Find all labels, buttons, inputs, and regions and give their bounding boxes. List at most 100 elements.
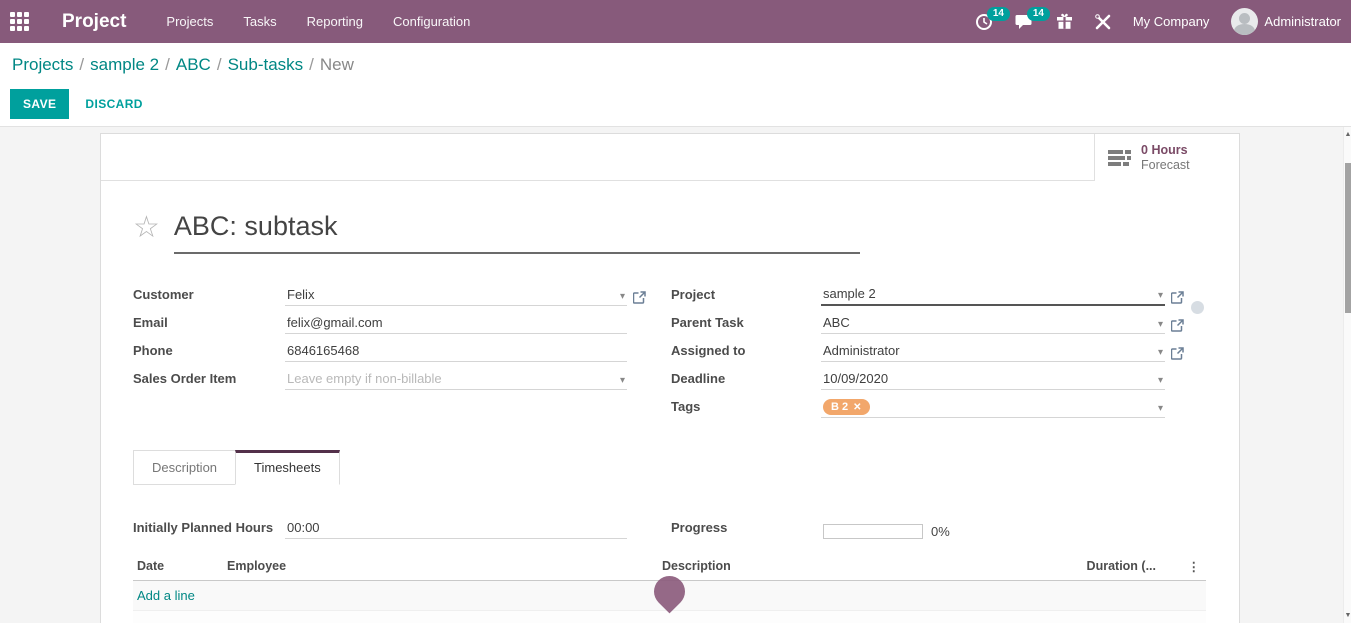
- email-value: felix@gmail.com: [287, 315, 383, 330]
- field-label: Tags: [671, 399, 821, 418]
- forecast-value: 0: [1141, 143, 1148, 157]
- col-header-description[interactable]: Description: [658, 559, 1046, 574]
- gift-icon: [1056, 13, 1073, 30]
- planned-hours-input[interactable]: 00:00: [285, 520, 627, 539]
- tag-b2[interactable]: B 2 ✕: [823, 399, 870, 415]
- scrollbar-thumb[interactable]: [1345, 163, 1351, 313]
- tab-description[interactable]: Description: [133, 450, 236, 485]
- field-email: Email felix@gmail.com: [133, 306, 649, 334]
- assigned-to-external-link-icon[interactable]: [1171, 347, 1187, 360]
- menu-reporting[interactable]: Reporting: [307, 14, 363, 29]
- page-scrollbar[interactable]: ▲ ▼: [1343, 127, 1351, 623]
- favorite-star-icon[interactable]: ☆: [133, 211, 160, 245]
- col-header-date[interactable]: Date: [133, 559, 223, 574]
- breadcrumb-separator: /: [73, 55, 90, 74]
- user-name: Administrator: [1264, 14, 1341, 29]
- user-avatar: [1231, 8, 1258, 35]
- field-phone: Phone 6846165468: [133, 334, 649, 362]
- project-value: sample 2: [823, 286, 876, 301]
- email-input[interactable]: felix@gmail.com: [285, 315, 627, 334]
- phone-value: 6846165468: [287, 343, 359, 358]
- breadcrumb-sample2[interactable]: sample 2: [90, 55, 159, 74]
- notebook-tabs: Description Timesheets: [133, 450, 1204, 485]
- breadcrumb-separator: /: [211, 55, 228, 74]
- user-menu[interactable]: Administrator: [1231, 8, 1341, 35]
- field-deadline: Deadline 10/09/2020 ▾: [671, 362, 1187, 390]
- field-label: Assigned to: [671, 343, 821, 362]
- optional-columns-icon[interactable]: ⋮: [1164, 559, 1206, 574]
- task-title: ABC: subtask: [174, 211, 338, 241]
- rewards-button[interactable]: [1056, 13, 1073, 30]
- breadcrumb-projects[interactable]: Projects: [12, 55, 73, 74]
- breadcrumb-subtasks[interactable]: Sub-tasks: [228, 55, 304, 74]
- tag-label: B 2: [831, 401, 848, 413]
- button-box: 0 Hours Forecast: [101, 134, 1239, 181]
- tags-input[interactable]: B 2 ✕ ▾: [821, 399, 1165, 418]
- breadcrumb-current: New: [320, 55, 354, 74]
- menu-tasks[interactable]: Tasks: [243, 14, 276, 29]
- dropdown-caret-icon[interactable]: ▾: [620, 375, 625, 386]
- forecast-stat-button[interactable]: 0 Hours Forecast: [1094, 134, 1239, 181]
- dropdown-caret-icon[interactable]: ▾: [1158, 403, 1163, 414]
- deadline-input[interactable]: 10/09/2020 ▾: [821, 371, 1165, 390]
- sales-order-item-input[interactable]: Leave empty if non-billable ▾: [285, 371, 627, 390]
- customer-input[interactable]: Felix ▾: [285, 287, 627, 306]
- progress-bar: [823, 524, 923, 539]
- field-label: Email: [133, 315, 285, 334]
- forecast-unit: Hours: [1151, 143, 1187, 157]
- dropdown-caret-icon[interactable]: ▾: [620, 291, 625, 302]
- field-project: Project sample 2 ▾: [671, 278, 1187, 306]
- customer-external-link-icon[interactable]: [633, 291, 649, 304]
- tag-remove-icon[interactable]: ✕: [853, 402, 861, 413]
- kanban-state-dot[interactable]: [1191, 301, 1204, 314]
- developer-tools-button[interactable]: [1095, 14, 1111, 30]
- dropdown-caret-icon[interactable]: ▾: [1158, 375, 1163, 386]
- parent-task-value: ABC: [823, 315, 850, 330]
- field-label: Phone: [133, 343, 285, 362]
- menu-configuration[interactable]: Configuration: [393, 14, 470, 29]
- breadcrumb-separator: /: [303, 55, 320, 74]
- company-switcher[interactable]: My Company: [1133, 14, 1210, 29]
- dropdown-caret-icon[interactable]: ▾: [1158, 319, 1163, 330]
- field-label: Parent Task: [671, 315, 821, 334]
- field-tags: Tags B 2 ✕ ▾: [671, 390, 1187, 418]
- add-a-line-link[interactable]: Add a line: [137, 588, 195, 603]
- planned-hours-value: 00:00: [287, 520, 320, 535]
- forecast-label: Forecast: [1141, 158, 1190, 172]
- breadcrumb: Projects/sample 2/ABC/Sub-tasks/New: [12, 55, 354, 75]
- top-navbar: Project Projects Tasks Reporting Configu…: [0, 0, 1351, 43]
- phone-input[interactable]: 6846165468: [285, 343, 627, 362]
- field-label: Customer: [133, 287, 285, 306]
- form-sheet: 0 Hours Forecast ☆ ABC: subtask Customer…: [100, 133, 1240, 623]
- save-button[interactable]: SAVE: [10, 89, 69, 119]
- progress-percent: 0%: [931, 524, 950, 539]
- scroll-down-icon[interactable]: ▼: [1344, 612, 1351, 619]
- scroll-up-icon[interactable]: ▲: [1344, 131, 1351, 138]
- project-input[interactable]: sample 2 ▾: [821, 286, 1165, 306]
- activity-badge: 14: [987, 7, 1010, 21]
- tools-icon: [1095, 14, 1111, 30]
- dropdown-caret-icon[interactable]: ▾: [1158, 347, 1163, 358]
- field-parent-task: Parent Task ABC ▾: [671, 306, 1187, 334]
- field-planned-hours: Initially Planned Hours 00:00: [133, 511, 649, 539]
- parent-task-input[interactable]: ABC ▾: [821, 315, 1165, 334]
- main-menu: Projects Tasks Reporting Configuration: [166, 14, 470, 29]
- task-title-field[interactable]: ABC: subtask: [174, 211, 860, 254]
- messages-button[interactable]: 14: [1015, 13, 1034, 30]
- col-header-employee[interactable]: Employee: [223, 559, 658, 574]
- col-header-duration[interactable]: Duration (...: [1046, 559, 1164, 574]
- discard-button[interactable]: DISCARD: [85, 97, 142, 111]
- tab-timesheets[interactable]: Timesheets: [235, 450, 340, 485]
- activities-button[interactable]: 14: [975, 13, 993, 31]
- breadcrumb-abc[interactable]: ABC: [176, 55, 211, 74]
- parent-task-external-link-icon[interactable]: [1171, 319, 1187, 332]
- dropdown-caret-icon[interactable]: ▾: [1158, 290, 1163, 301]
- field-sales-order-item: Sales Order Item Leave empty if non-bill…: [133, 362, 649, 390]
- project-external-link-icon[interactable]: [1171, 291, 1187, 304]
- field-assigned-to: Assigned to Administrator ▾: [671, 334, 1187, 362]
- apps-menu-icon[interactable]: [10, 12, 30, 32]
- breadcrumb-separator: /: [159, 55, 176, 74]
- customer-value: Felix: [287, 287, 314, 302]
- assigned-to-input[interactable]: Administrator ▾: [821, 343, 1165, 362]
- menu-projects[interactable]: Projects: [166, 14, 213, 29]
